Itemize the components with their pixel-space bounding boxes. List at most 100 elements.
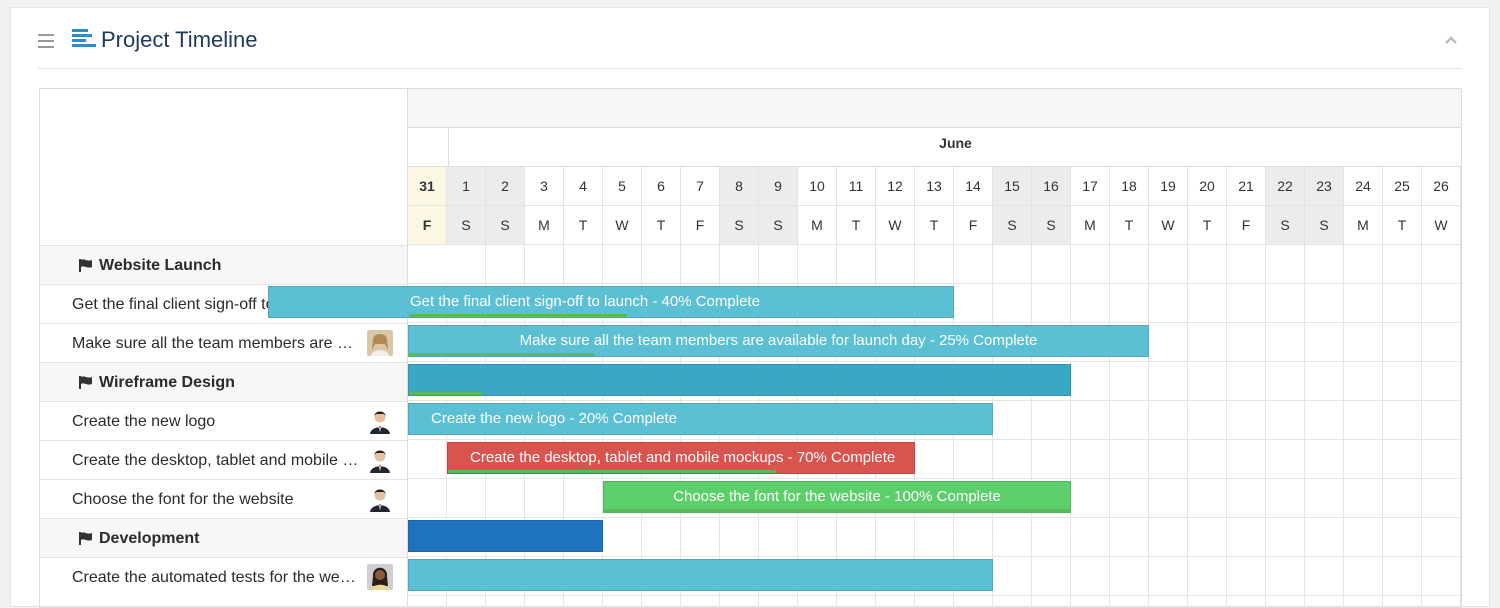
task-label: Choose the font for the website (72, 491, 294, 508)
month-row: June (408, 128, 1461, 167)
weekday-cell: W (1149, 206, 1188, 245)
group-row[interactable]: Wireframe Design (40, 362, 407, 401)
group-label: Wireframe Design (99, 374, 235, 391)
task-row[interactable]: Make sure all the team members are avail… (40, 323, 407, 362)
grid-column-line (1109, 245, 1110, 607)
timeline-grid: June 31 F 1 S 2 S 3 M 4 T 5 W 6 T 7 F 8 S 9 S 10 M 11 T 12 W 13 T 14… (267, 89, 1461, 607)
flag-icon (79, 376, 93, 389)
grid-column-line (1265, 245, 1266, 607)
day-cell: 25 (1383, 167, 1422, 206)
weekday-cell: T (1383, 206, 1422, 245)
grid-row-line (408, 556, 1461, 557)
day-cell: 15 (993, 167, 1032, 206)
panel-title: Project Timeline (101, 27, 258, 52)
chevron-up-icon[interactable] (1445, 34, 1457, 46)
group-row[interactable]: Development (40, 518, 407, 557)
weekday-cell: W (603, 206, 642, 245)
task-bar[interactable] (408, 364, 1071, 396)
woman-avatar[interactable] (367, 330, 393, 356)
task-bar[interactable]: Create the new logo - 20% Complete (408, 403, 993, 435)
task-label: Create the new logo (72, 413, 216, 430)
weekday-cell: S (447, 206, 486, 245)
day-cell: 26 (1422, 167, 1461, 206)
day-cell: 9 (759, 167, 798, 206)
task-row[interactable]: Create the desktop, tablet and mobile mo… (40, 440, 407, 479)
weekday-cell: S (486, 206, 525, 245)
weekday-cell: S (720, 206, 759, 245)
weekday-cell: T (564, 206, 603, 245)
weekday-cell: M (1344, 206, 1383, 245)
drag-handle-icon[interactable] (38, 34, 54, 48)
weekday-cell: W (1422, 206, 1461, 245)
task-bar-label: Create the desktop, tablet and mobile mo… (470, 449, 896, 466)
man-avatar[interactable] (367, 486, 393, 512)
grid-row-line (408, 400, 1461, 401)
timeline-header-top (408, 89, 1461, 128)
day-cell: 11 (837, 167, 876, 206)
timeline-icon (72, 29, 96, 49)
grid-column-line (1421, 245, 1422, 607)
man-avatar[interactable] (367, 447, 393, 473)
grid-column-line (1148, 245, 1149, 607)
group-label: Website Launch (99, 257, 222, 274)
day-cell: 21 (1227, 167, 1266, 206)
task-label: Make sure all the team members are avail… (72, 335, 360, 352)
grid-row-line (408, 361, 1461, 362)
grid-row-line (408, 517, 1461, 518)
task-progress-bar (409, 314, 628, 317)
weekday-cell: S (993, 206, 1032, 245)
grid-row-line (408, 322, 1461, 323)
header-divider (38, 68, 1462, 69)
day-cell: 8 (720, 167, 759, 206)
month-label: June (448, 128, 1461, 167)
task-progress-bar (409, 353, 595, 356)
group-row-bg (408, 245, 448, 283)
day-cell: 31 (408, 167, 447, 206)
grid-row-line (408, 478, 1461, 479)
weekday-cell: T (1188, 206, 1227, 245)
task-bar-label: Get the final client sign-off to launch … (410, 293, 760, 310)
woman2-avatar[interactable] (367, 564, 393, 590)
panel-header: Project Timeline (11, 8, 1489, 68)
grid-column-line (1187, 245, 1188, 607)
group-row[interactable]: Website Launch (40, 245, 407, 284)
day-cell: 10 (798, 167, 837, 206)
man-avatar[interactable] (367, 408, 393, 434)
day-cell: 19 (1149, 167, 1188, 206)
day-cell: 18 (1110, 167, 1149, 206)
task-bar[interactable]: Make sure all the team members are avail… (408, 325, 1149, 357)
weekday-cell: M (1071, 206, 1110, 245)
task-progress-bar (604, 509, 1070, 512)
task-bar[interactable]: Get the final client sign-off to launch … (267, 286, 954, 318)
task-label: Create the automated tests for the websi… (72, 569, 360, 586)
day-cell: 5 (603, 167, 642, 206)
task-bar[interactable] (408, 559, 993, 591)
day-cell: 14 (954, 167, 993, 206)
task-row[interactable]: Choose the font for the website (40, 479, 407, 518)
task-bar-label: Make sure all the team members are avail… (519, 332, 1038, 349)
day-cell: 22 (1266, 167, 1305, 206)
weekday-cell: T (837, 206, 876, 245)
weekday-cell: F (954, 206, 993, 245)
task-list: Website Launch Get the final client sign-… (40, 89, 407, 607)
grid-column-line (1226, 245, 1227, 607)
day-cell: 16 (1032, 167, 1071, 206)
task-row[interactable]: Create the new logo (40, 401, 407, 440)
weekday-cell: M (525, 206, 564, 245)
weekday-cell: S (759, 206, 798, 245)
day-cell: 1 (447, 167, 486, 206)
day-cell: 12 (876, 167, 915, 206)
weekday-cell: F (408, 206, 447, 245)
task-bar-label: Choose the font for the website - 100% C… (673, 488, 1001, 505)
weekday-cell: T (1110, 206, 1149, 245)
weekday-cell: S (1305, 206, 1344, 245)
day-cell: 2 (486, 167, 525, 206)
task-bar[interactable]: Create the desktop, tablet and mobile mo… (447, 442, 915, 474)
task-bar[interactable]: Choose the font for the website - 100% C… (603, 481, 1071, 513)
task-row[interactable]: Create the automated tests for the websi… (40, 557, 407, 596)
task-bar[interactable] (408, 520, 603, 552)
group-label: Development (99, 530, 200, 547)
day-cell: 23 (1305, 167, 1344, 206)
task-label: Create the desktop, tablet and mobile mo… (72, 452, 360, 469)
day-cell: 13 (915, 167, 954, 206)
